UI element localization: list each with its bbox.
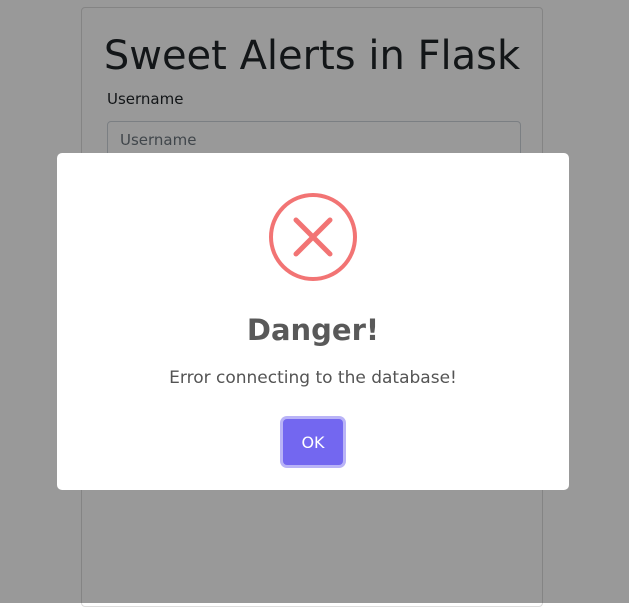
dialog-message: Error connecting to the database! [169,368,457,388]
dialog-title: Danger! [246,313,380,347]
ok-button[interactable]: OK [283,419,343,465]
alert-dialog: Danger! Error connecting to the database… [57,153,569,490]
error-x-icon [269,193,357,281]
